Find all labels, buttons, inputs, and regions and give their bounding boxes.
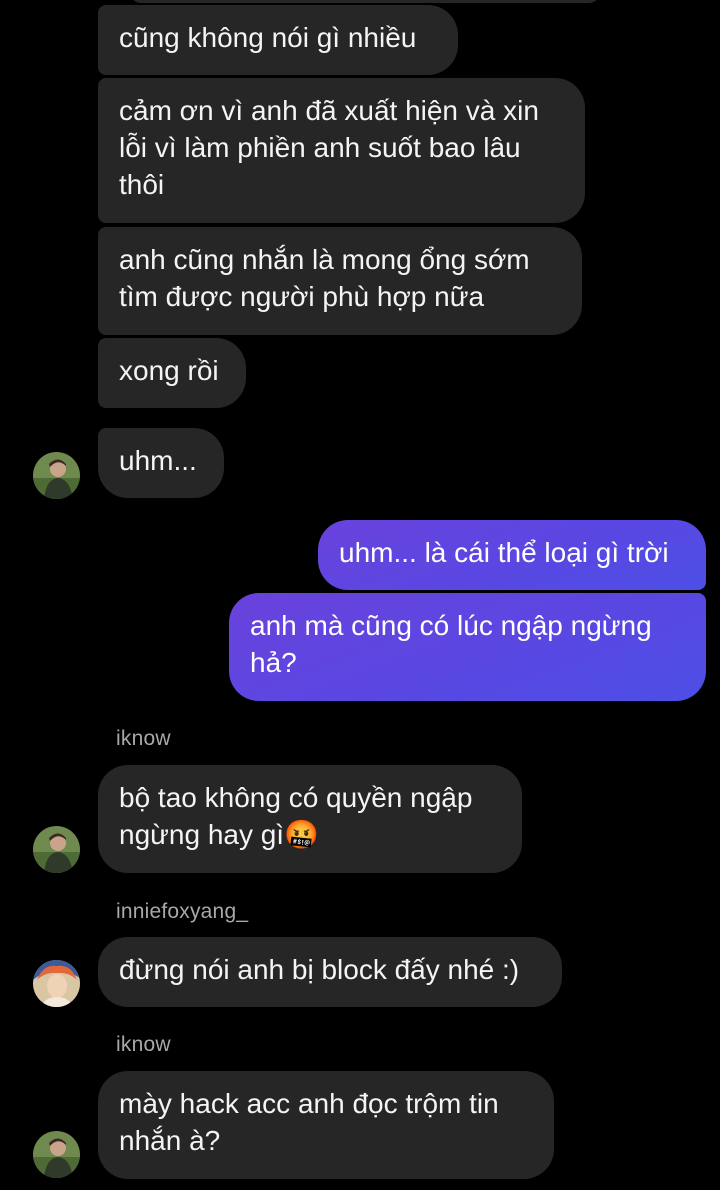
- message-bubble-received[interactable]: uhm...: [98, 428, 224, 498]
- message-text: uhm... là cái thể loại gì trời: [339, 537, 669, 568]
- message-bubble-sent[interactable]: uhm... là cái thể loại gì trời: [318, 520, 706, 590]
- message-bubble-received[interactable]: mày hack acc anh đọc trộm tin nhắn à?: [98, 1071, 554, 1179]
- message-bubble-sent[interactable]: anh mà cũng có lúc ngập ngừng hả?: [229, 593, 706, 701]
- message-bubble-received[interactable]: xong rồi: [98, 338, 246, 408]
- message-text: bộ tao không có quyền ngập ngừng hay gì🤬: [119, 782, 473, 850]
- avatar-inniefoxyang[interactable]: [33, 960, 80, 1007]
- sender-username: iknow: [116, 727, 171, 750]
- previous-message-bubble-edge: [130, 0, 600, 3]
- message-bubble-received[interactable]: đừng nói anh bị block đấy nhé :): [98, 937, 562, 1007]
- avatar-iknow[interactable]: [33, 1131, 80, 1178]
- message-bubble-received[interactable]: bộ tao không có quyền ngập ngừng hay gì🤬: [98, 765, 522, 873]
- avatar-iknow[interactable]: [33, 826, 80, 873]
- avatar-iknow[interactable]: [33, 452, 80, 499]
- message-text: anh mà cũng có lúc ngập ngừng hả?: [250, 610, 652, 678]
- message-bubble-received[interactable]: cũng không nói gì nhiều: [98, 5, 458, 75]
- message-text: uhm...: [119, 445, 197, 476]
- message-text: mày hack acc anh đọc trộm tin nhắn à?: [119, 1088, 499, 1156]
- sender-username: inniefoxyang_: [116, 900, 249, 923]
- message-text: xong rồi: [119, 355, 219, 386]
- message-bubble-received[interactable]: anh cũng nhắn là mong ổng sớm tìm được n…: [98, 227, 582, 335]
- message-bubble-received[interactable]: cảm ơn vì anh đã xuất hiện và xin lỗi vì…: [98, 78, 585, 223]
- message-text: anh cũng nhắn là mong ổng sớm tìm được n…: [119, 244, 530, 312]
- sender-username: iknow: [116, 1033, 171, 1056]
- message-text: cảm ơn vì anh đã xuất hiện và xin lỗi vì…: [119, 95, 539, 200]
- message-text: đừng nói anh bị block đấy nhé :): [119, 954, 520, 985]
- message-text: cũng không nói gì nhiều: [119, 22, 417, 53]
